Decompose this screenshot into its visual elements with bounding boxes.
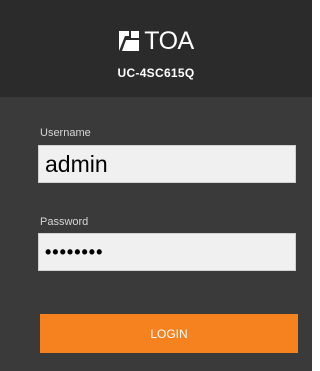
device-model: UC-4SC615Q xyxy=(117,66,195,80)
brand-name: TOA xyxy=(144,27,194,55)
username-label: Username xyxy=(40,127,91,139)
password-label: Password xyxy=(40,216,89,228)
login-panel: TOA UC-4SC615Q Username Password LOGIN xyxy=(0,0,312,371)
header: TOA UC-4SC615Q xyxy=(0,0,312,97)
username-input[interactable] xyxy=(38,145,296,183)
password-input[interactable] xyxy=(38,233,296,271)
toa-logo-icon xyxy=(118,30,140,52)
login-button[interactable]: LOGIN xyxy=(40,314,298,353)
brand-logo: TOA xyxy=(0,28,312,54)
